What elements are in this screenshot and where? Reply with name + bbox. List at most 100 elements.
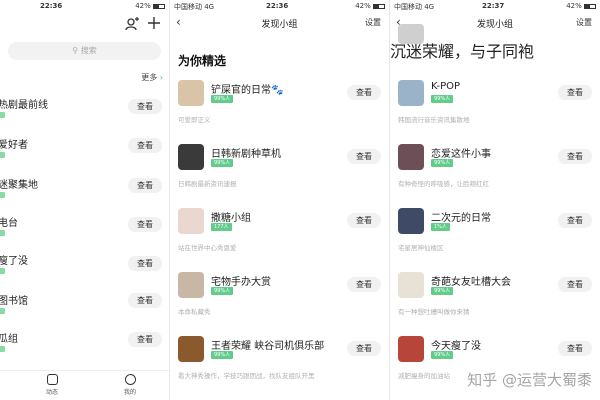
battery-indicator: 42% — [566, 2, 596, 10]
group-avatar — [178, 144, 204, 170]
status-bar: 中国移动 4G 22:36 42% — [170, 0, 389, 12]
group-card-partial[interactable]: 沉迷荣耀，与子同袍 — [390, 24, 600, 61]
bottom-tab-bar: 动态 我的 — [0, 370, 169, 400]
view-button[interactable]: 查看 — [558, 85, 592, 100]
group-card[interactable]: 恋爱这件小事 99%人 有种奇怪的呼吸感，让脸颊红红 查看 — [390, 144, 600, 208]
search-icon: ⚲ — [72, 46, 79, 55]
more-link[interactable]: 更多 › — [141, 72, 163, 83]
list-item[interactable]: 电台 查看 — [0, 212, 169, 252]
group-name: 图书馆 — [0, 296, 28, 307]
group-avatar — [398, 272, 424, 298]
group-card[interactable]: 铲屎官的日常🐾 99%人 可爱即正义 查看 — [170, 80, 389, 144]
group-desc: 减肥瘦身的加油站 — [398, 372, 450, 380]
view-button[interactable]: 查看 — [558, 277, 592, 292]
status-bar: 中国移动 4G 22:37 42% — [390, 0, 600, 12]
group-desc: 可爱即正义 — [178, 116, 211, 124]
view-button[interactable]: 查看 — [347, 149, 381, 164]
group-card[interactable]: K-POP 99%人 韩国流行音乐资讯集散地 查看 — [390, 80, 600, 144]
member-badge: 99%人 — [431, 287, 454, 295]
list-item[interactable]: 爱好者 查看 — [0, 134, 169, 174]
group-desc: 有一种想吐槽叫做你来猜 — [398, 308, 470, 316]
status-tag — [0, 230, 5, 236]
group-name: 瘦了没 — [0, 256, 28, 267]
add-friend-icon[interactable] — [125, 17, 139, 34]
group-avatar — [398, 24, 424, 44]
view-button[interactable]: 查看 — [128, 217, 162, 232]
group-name: 撒糖小组 — [211, 213, 251, 224]
group-name: 瓜组 — [0, 334, 18, 345]
tab-feed[interactable]: 动态 — [40, 374, 64, 396]
view-button[interactable]: 查看 — [558, 213, 592, 228]
group-desc: 有种奇怪的呼吸感，让脸颊红红 — [398, 180, 489, 188]
tab-me[interactable]: 我的 — [118, 374, 142, 396]
group-desc: 看大神秀操作，学技巧跟团战，找队友组队开黑 — [178, 372, 315, 380]
group-name: 王者荣耀 峡谷司机俱乐部 — [211, 341, 325, 352]
view-button[interactable]: 查看 — [128, 178, 162, 193]
view-button[interactable]: 查看 — [558, 149, 592, 164]
view-button[interactable]: 查看 — [558, 341, 592, 356]
plus-icon[interactable] — [147, 16, 161, 33]
group-name: 热剧最前线 — [0, 100, 48, 111]
member-badge: 177人 — [211, 223, 232, 231]
group-desc: 站在世界中心秀恩爱 — [178, 244, 237, 252]
view-button[interactable]: 查看 — [347, 277, 381, 292]
status-tag — [0, 346, 5, 352]
status-tag — [0, 308, 5, 314]
view-button[interactable]: 查看 — [128, 332, 162, 347]
group-avatar — [398, 144, 424, 170]
status-time: 22:37 — [482, 2, 505, 10]
group-desc: 日韩剧最新资讯速报 — [178, 180, 237, 188]
list-item[interactable]: 瘦了没 查看 — [0, 250, 169, 290]
group-desc: 韩国流行音乐资讯集散地 — [398, 116, 470, 124]
status-time: 22:36 — [40, 2, 63, 10]
group-avatar — [398, 208, 424, 234]
group-name: 铲屎官的日常🐾 — [211, 85, 284, 96]
settings-button[interactable]: 设置 — [576, 17, 592, 28]
list-item[interactable]: 迷聚集地 查看 — [0, 174, 169, 214]
battery-indicator: 42% — [355, 2, 385, 10]
search-input[interactable]: ⚲ 搜索 — [8, 42, 161, 60]
group-card[interactable]: 王者荣耀 峡谷司机俱乐部 99%人 看大神秀操作，学技巧跟团战，找队友组队开黑 … — [170, 336, 389, 400]
battery-icon — [584, 3, 596, 9]
profile-icon — [124, 374, 136, 385]
view-button[interactable]: 查看 — [128, 99, 162, 114]
member-badge: 99%人 — [431, 159, 454, 167]
discover-panel-right: 中国移动 4G 22:37 42% ‹ 发现小组 设置 沉迷荣耀，与子同袍 K-… — [390, 0, 600, 400]
view-button[interactable]: 查看 — [128, 138, 162, 153]
group-name: K-POP — [431, 81, 461, 92]
view-button[interactable]: 查看 — [347, 341, 381, 356]
group-name: 恋爱这件小事 — [431, 149, 491, 160]
status-time: 22:36 — [266, 2, 289, 10]
member-badge: 1%人 — [431, 223, 450, 231]
group-name: 爱好者 — [0, 140, 28, 151]
view-button[interactable]: 查看 — [128, 293, 162, 308]
member-badge: 99%人 — [431, 351, 454, 359]
battery-icon — [373, 3, 385, 9]
group-card[interactable]: 奇葩女友吐槽大会 99%人 有一种想吐槽叫做你来猜 查看 — [390, 272, 600, 336]
settings-button[interactable]: 设置 — [365, 17, 381, 28]
view-button[interactable]: 查看 — [347, 213, 381, 228]
group-card[interactable]: 二次元的日常 1%人 宅星居神仙楼区 查看 — [390, 208, 600, 272]
group-name: 电台 — [0, 218, 18, 229]
group-avatar — [178, 272, 204, 298]
status-tag — [0, 152, 5, 158]
group-card[interactable]: 撒糖小组 177人 站在世界中心秀恩爱 查看 — [170, 208, 389, 272]
view-button[interactable]: 查看 — [128, 256, 162, 271]
group-card[interactable]: 今天瘦了没 99%人 减肥瘦身的加油站 查看 — [390, 336, 600, 400]
group-name: 迷聚集地 — [0, 180, 38, 191]
discover-panel-left: 中国移动 4G 22:36 42% ‹ 发现小组 设置 为你精选 铲屎官的日常🐾… — [170, 0, 390, 400]
group-desc: 本命私藏秀 — [178, 308, 211, 316]
list-item[interactable]: 图书馆 查看 — [0, 290, 169, 330]
group-name: 奇葩女友吐槽大会 — [431, 277, 511, 288]
group-avatar — [178, 336, 204, 362]
group-name: 宅物手办大赏 — [211, 277, 271, 288]
group-card[interactable]: 日韩新剧种草机 99%人 日韩剧最新资讯速报 查看 — [170, 144, 389, 208]
list-item[interactable]: 热剧最前线 查看 — [0, 94, 169, 134]
group-card[interactable]: 宅物手办大赏 99%人 本命私藏秀 查看 — [170, 272, 389, 336]
group-name: 今天瘦了没 — [431, 341, 481, 352]
member-badge: 99%人 — [211, 95, 234, 103]
list-item[interactable]: 瓜组 查看 — [0, 328, 169, 368]
carrier-label: 中国移动 4G — [174, 3, 215, 11]
view-button[interactable]: 查看 — [347, 85, 381, 100]
group-desc: 宅星居神仙楼区 — [398, 244, 444, 252]
